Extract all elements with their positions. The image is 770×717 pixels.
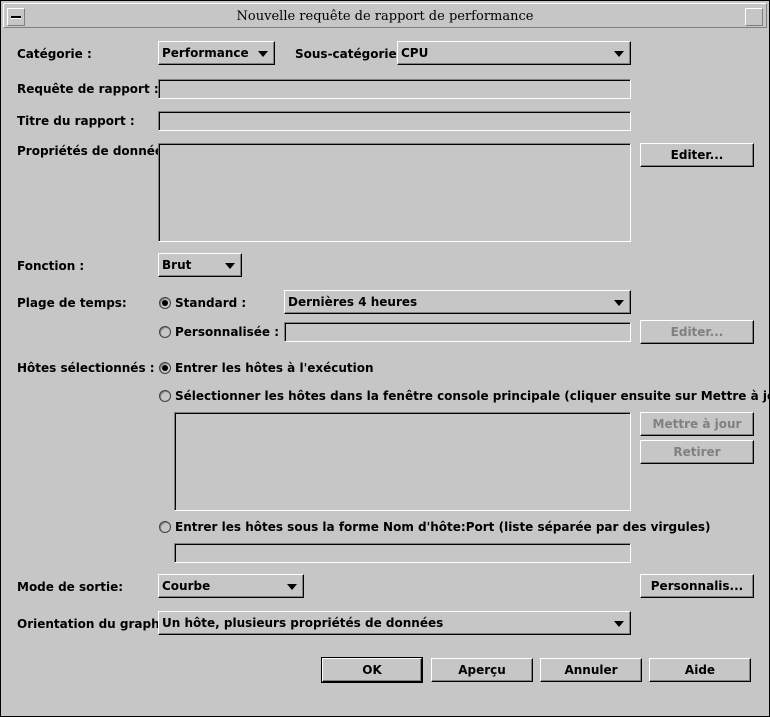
hosts-console-label: Sélectionner les hôtes dans la fenêtre c… [175, 389, 770, 403]
chevron-down-icon [614, 51, 624, 57]
dialog-window: Nouvelle requête de rapport de performan… [0, 0, 770, 717]
help-button[interactable]: Aide [649, 658, 751, 682]
hosts-runtime-label: Entrer les hôtes à l'exécution [175, 361, 374, 375]
fonction-label: Fonction : [17, 259, 85, 273]
customize-output-button[interactable]: Personnalis... [640, 574, 754, 598]
standard-label: Standard : [175, 296, 247, 310]
hosts-manual-label: Entrer les hôtes sous la forme Nom d'hôt… [175, 520, 711, 534]
requete-input[interactable] [158, 79, 631, 99]
sortie-value: Courbe [162, 579, 211, 593]
titre-label: Titre du rapport : [17, 114, 135, 128]
plage-label: Plage de temps: [17, 296, 127, 310]
hosts-manual-radio[interactable] [159, 521, 171, 533]
orientation-dropdown[interactable]: Un hôte, plusieurs propriétés de données [158, 611, 631, 635]
remove-hosts-button[interactable]: Retirer [640, 440, 754, 464]
categorie-dropdown[interactable]: Performance [158, 41, 275, 65]
personnalisee-radio[interactable] [159, 326, 171, 338]
standard-dropdown[interactable]: Dernières 4 heures [284, 290, 631, 314]
personnalisee-input[interactable] [284, 322, 631, 342]
sous-categorie-value: CPU [401, 46, 429, 60]
sous-categorie-dropdown[interactable]: CPU [397, 41, 631, 65]
sortie-dropdown[interactable]: Courbe [158, 574, 304, 598]
edit-properties-button[interactable]: Editer... [640, 143, 754, 167]
categorie-value: Performance [162, 46, 249, 60]
sous-categorie-label: Sous-catégorie : [295, 47, 406, 61]
hotes-label: Hôtes sélectionnés : [17, 361, 155, 375]
chevron-down-icon [258, 51, 268, 57]
categorie-label: Catégorie : [17, 47, 92, 61]
personnalisee-label: Personnalisée : [175, 325, 280, 339]
sortie-label: Mode de sortie: [17, 580, 124, 594]
cancel-button[interactable]: Annuler [540, 658, 642, 682]
ok-button[interactable]: OK [321, 657, 423, 683]
proprietes-list[interactable] [158, 143, 631, 242]
chevron-down-icon [614, 621, 624, 627]
fonction-value: Brut [162, 258, 192, 272]
orientation-value: Un hôte, plusieurs propriétés de données [162, 616, 444, 630]
hosts-console-radio[interactable] [159, 390, 171, 402]
orientation-label: Orientation du graphe : [17, 617, 177, 631]
chevron-down-icon [287, 584, 297, 590]
window-title: Nouvelle requête de rapport de performan… [236, 9, 534, 24]
hosts-list[interactable] [174, 412, 631, 511]
edit-time-range-button[interactable]: Editer... [640, 320, 754, 344]
chevron-down-icon [614, 300, 624, 306]
standard-radio[interactable] [159, 297, 171, 309]
window-maximize-button[interactable] [745, 8, 763, 26]
hosts-manual-input[interactable] [174, 543, 631, 563]
requete-label: Requête de rapport : [17, 82, 159, 96]
title-bar[interactable]: Nouvelle requête de rapport de performan… [3, 3, 767, 28]
hosts-runtime-radio[interactable] [159, 362, 171, 374]
standard-value: Dernières 4 heures [288, 295, 418, 309]
chevron-down-icon [225, 263, 235, 269]
preview-button[interactable]: Aperçu [431, 658, 533, 682]
titre-input[interactable] [158, 111, 631, 131]
proprietes-label: Propriétés de données: [17, 144, 175, 158]
fonction-dropdown[interactable]: Brut [158, 253, 242, 277]
update-hosts-button[interactable]: Mettre à jour [640, 412, 754, 436]
